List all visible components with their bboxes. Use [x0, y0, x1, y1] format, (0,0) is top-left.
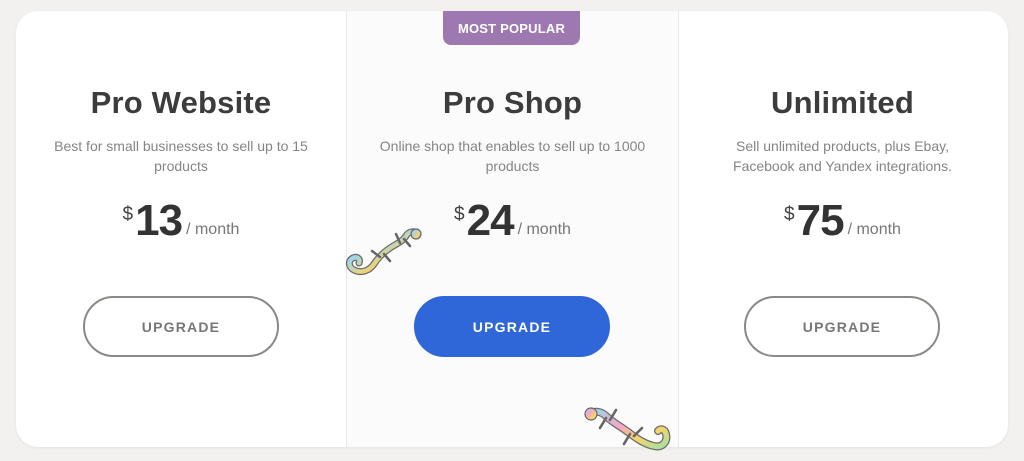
- price-period: / month: [847, 221, 901, 238]
- upgrade-button-unlimited[interactable]: UPGRADE: [744, 296, 940, 357]
- plan-description: Online shop that enables to sell up to 1…: [379, 138, 646, 174]
- price-period: / month: [186, 221, 240, 238]
- price-currency: $: [122, 204, 134, 225]
- plan-column-pro-website: Pro Website Best for small businesses to…: [16, 11, 346, 447]
- price-amount: 13: [135, 196, 183, 245]
- upgrade-button-pro-shop[interactable]: UPGRADE: [414, 296, 610, 357]
- plan-price: $ 13 / month: [16, 199, 346, 255]
- price-amount: 75: [796, 196, 845, 245]
- price-amount: 24: [466, 196, 515, 245]
- plan-title: Pro Website: [90, 85, 272, 120]
- most-popular-badge: MOST POPULAR: [443, 11, 580, 45]
- plan-title: Pro Shop: [442, 85, 583, 120]
- gecko-icon: [584, 407, 671, 451]
- gecko-icon: [345, 228, 422, 276]
- plan-price: $ 75 / month: [677, 199, 1008, 255]
- upgrade-button-pro-website[interactable]: UPGRADE: [83, 296, 279, 357]
- plan-title: Unlimited: [770, 85, 915, 120]
- price-period: / month: [517, 221, 571, 238]
- plan-description: Best for small businesses to sell up to …: [54, 138, 308, 174]
- plan-column-unlimited: Unlimited Sell unlimited products, plus …: [677, 11, 1008, 447]
- price-currency: $: [784, 204, 795, 225]
- price-currency: $: [454, 204, 465, 225]
- pricing-card: Pro Website Best for small businesses to…: [16, 11, 1008, 447]
- plan-description: Sell unlimited products, plus Ebay, Face…: [733, 138, 952, 174]
